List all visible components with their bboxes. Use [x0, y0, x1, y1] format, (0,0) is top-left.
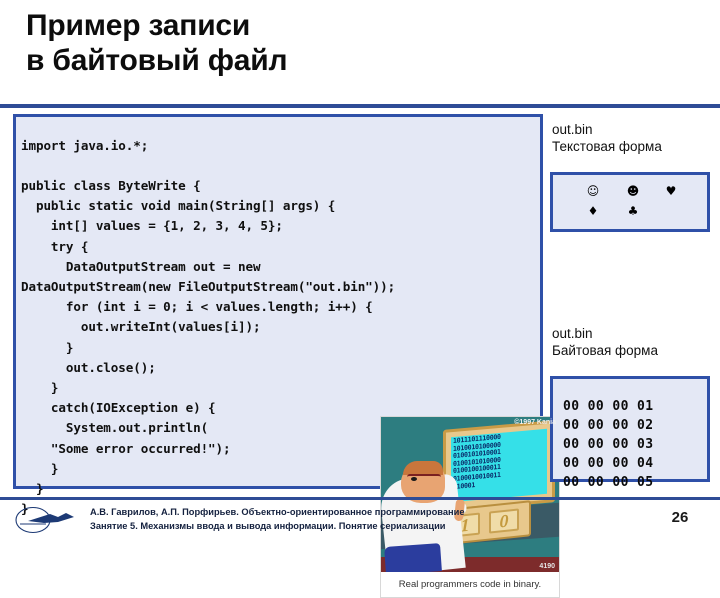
cartoon-person-pants: [384, 543, 442, 572]
cartoon-person-eye: [411, 477, 417, 481]
byte-form-hex-dump: 00 00 00 01 00 00 00 02 00 00 00 03 00 0…: [563, 399, 654, 490]
text-form-panel: ☺ ☻ ♥ ♦ ♣: [550, 172, 710, 232]
heart-icon: ♥: [665, 184, 677, 198]
cartoon-screen-binary-text: 1011101110000 1010010100000 010010101000…: [451, 428, 547, 503]
smiley-outline-icon: ☺: [586, 184, 600, 198]
club-icon: ♣: [627, 204, 639, 218]
footer-divider: [0, 497, 720, 500]
diamond-icon: ♦: [587, 204, 599, 218]
university-logo-icon: [15, 506, 74, 534]
text-form-label: out.bin Текстовая форма: [552, 122, 662, 154]
byte-form-label: out.bin Байтовая форма: [552, 326, 658, 358]
page-number: 26: [671, 509, 689, 526]
header-divider: [0, 104, 720, 108]
cartoon-scene: ©1997 Kania 1011101110000 1010010100000 …: [381, 417, 559, 572]
footer-credit-text: А.В. Гаврилов, А.П. Порфирьев. Объектно-…: [90, 507, 465, 531]
cartoon-person-hair: [403, 461, 443, 475]
byte-form-panel: 00 00 00 01 00 00 00 02 00 00 00 03 00 0…: [550, 376, 710, 490]
cartoon-copyright-text: ©1997 Kania: [514, 419, 556, 426]
text-form-row: ☺ ☻ ♥: [553, 181, 707, 201]
cartoon-corner-number: 4190: [539, 563, 555, 570]
code-panel: import java.io.*; public class ByteWrite…: [13, 114, 560, 598]
smiley-filled-icon: ☻: [626, 184, 640, 198]
cartoon-caption: Real programmers code in binary.: [381, 572, 559, 597]
page-title: Пример записи в байтовый файл: [26, 9, 288, 78]
text-form-row: ♦ ♣: [553, 201, 707, 221]
